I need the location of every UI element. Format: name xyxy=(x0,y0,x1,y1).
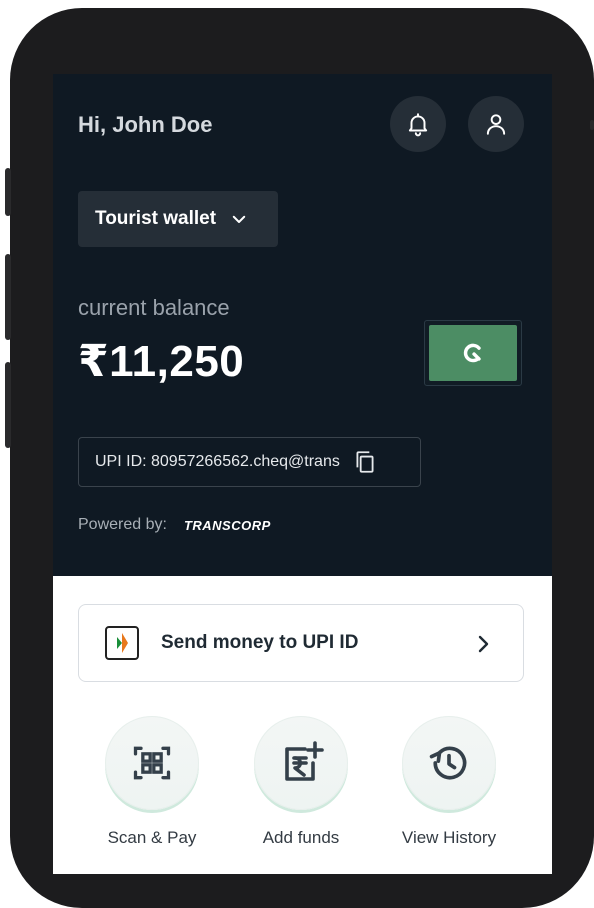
powered-by: Powered by: TRANSCORP xyxy=(78,516,271,534)
send-money-label: Send money to UPI ID xyxy=(161,632,359,653)
add-funds-action[interactable]: Add funds xyxy=(241,716,361,848)
chevron-right-icon xyxy=(471,632,495,656)
add-funds-label: Add funds xyxy=(262,828,340,847)
balance-label: current balance xyxy=(78,295,230,320)
add-funds-button[interactable] xyxy=(254,716,348,810)
scan-and-pay-label: Scan & Pay xyxy=(107,828,197,847)
upi-id-text: UPI ID: 80957266562.cheq@trans xyxy=(95,453,340,470)
powered-by-label: Powered by: xyxy=(78,516,167,533)
upi-id-field[interactable]: UPI ID: 80957266562.cheq@trans xyxy=(78,437,421,487)
greeting-text: Hi, John Doe xyxy=(78,112,213,137)
app-screen: Hi, John Doe Tourist wallet current bala… xyxy=(53,74,552,874)
view-history-action[interactable]: View History xyxy=(389,716,509,848)
view-history-button[interactable] xyxy=(402,716,496,810)
notifications-button[interactable] xyxy=(390,96,446,152)
scan-and-pay-button[interactable] xyxy=(105,716,199,810)
phone-power-button xyxy=(590,120,594,130)
wallet-card[interactable] xyxy=(424,320,522,386)
view-history-label: View History xyxy=(401,828,497,847)
scan-and-pay-action[interactable]: Scan & Pay xyxy=(92,716,212,848)
phone-side-button xyxy=(5,168,11,216)
user-icon xyxy=(486,114,506,135)
bhim-upi-icon xyxy=(105,626,139,660)
actions-section: Send money to UPI ID Scan & Pay Add fund… xyxy=(53,576,552,874)
phone-volume-up-button xyxy=(5,254,11,340)
profile-button[interactable] xyxy=(468,96,524,152)
add-funds-icon xyxy=(285,741,324,781)
phone-volume-down-button xyxy=(5,362,11,448)
bell-icon xyxy=(408,113,428,137)
copy-icon[interactable] xyxy=(352,449,378,475)
chevron-down-icon xyxy=(230,210,248,228)
wallet-selector-label: Tourist wallet xyxy=(95,208,217,229)
qr-scan-icon xyxy=(133,746,171,780)
history-icon xyxy=(429,746,467,780)
cheq-logo-card xyxy=(429,325,517,381)
send-money-upi-button[interactable]: Send money to UPI ID xyxy=(78,604,524,682)
cheq-logo-icon xyxy=(463,343,481,363)
balance-amount: ₹11,250 xyxy=(78,337,245,386)
wallet-header-section: Hi, John Doe Tourist wallet current bala… xyxy=(53,74,552,576)
wallet-selector-dropdown[interactable]: Tourist wallet xyxy=(78,191,278,247)
transcorp-logo: TRANSCORP xyxy=(183,517,271,533)
